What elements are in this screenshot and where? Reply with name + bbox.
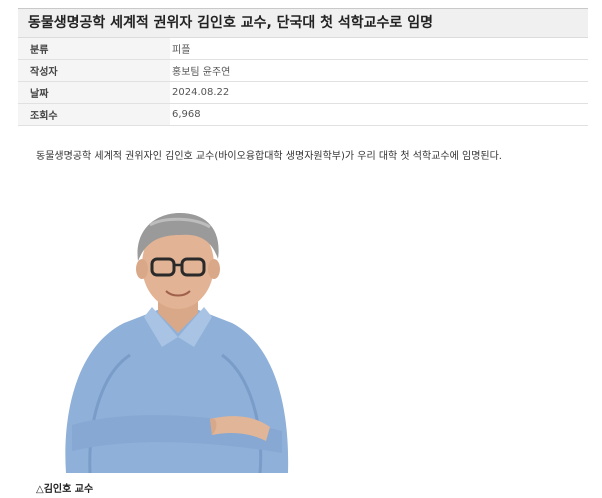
article-summary: 동물생명공학 세계적 권위자인 김인호 교수(바이오융합대학 생명자원학부)가 … (36, 151, 502, 162)
article-title: 동물생명공학 세계적 권위자 김인호 교수, 단국대 첫 석학교수로 임명 (18, 8, 588, 38)
meta-row-views: 조회수 6,968 (18, 103, 588, 126)
meta-label: 분류 (18, 38, 170, 60)
meta-value: 홍보팀 윤주연 (170, 59, 588, 82)
meta-label: 날짜 (18, 81, 170, 104)
meta-value: 6,968 (170, 103, 588, 126)
meta-label: 작성자 (18, 59, 170, 82)
meta-value: 피플 (170, 38, 588, 60)
professor-photo (65, 213, 289, 473)
article-meta-table: 분류 피플 작성자 홍보팀 윤주연 날짜 2024.08.22 조회수 6,96… (18, 38, 588, 126)
meta-value: 2024.08.22 (170, 81, 588, 104)
meta-row-category: 분류 피플 (18, 38, 588, 60)
meta-row-author: 작성자 홍보팀 윤주연 (18, 59, 588, 82)
meta-label: 조회수 (18, 103, 170, 126)
photo-caption: △김인호 교수 (36, 484, 94, 495)
meta-row-date: 날짜 2024.08.22 (18, 81, 588, 104)
